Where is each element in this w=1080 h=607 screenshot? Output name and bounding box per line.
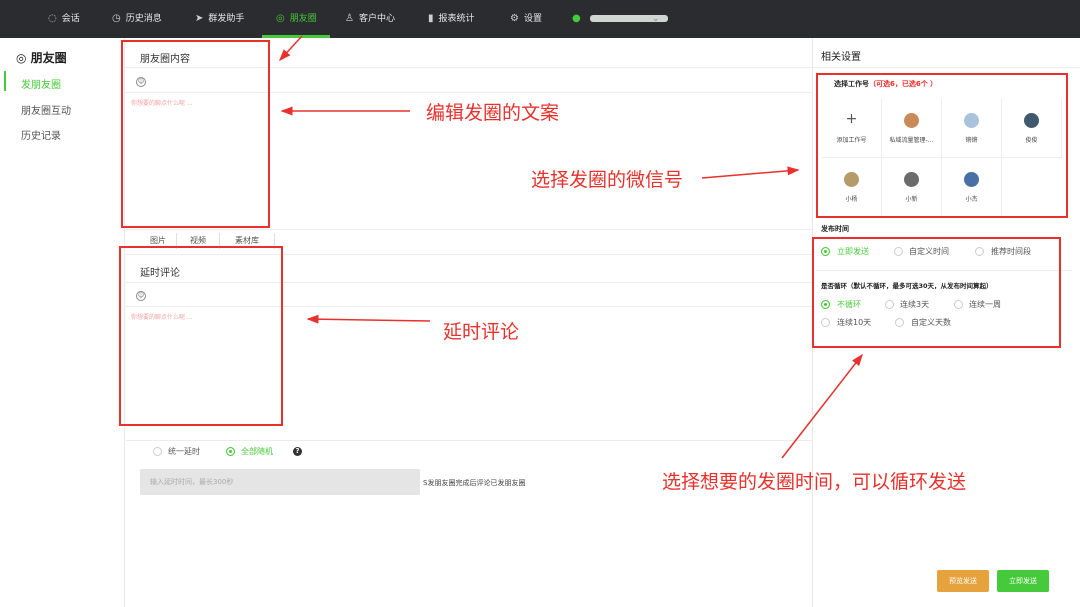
arrow — [278, 35, 303, 62]
arrow — [701, 166, 800, 179]
annotation-edit-text: 编辑发圈的文案 — [426, 102, 560, 124]
annotation-choose-wechat: 选择发圈的微信号 — [531, 169, 684, 191]
arrow — [306, 314, 431, 324]
annotation-choose-time: 选择想要的发圈时间，可以循环发送 — [662, 471, 967, 493]
arrow — [781, 353, 863, 459]
annotation-delay-comment: 延时评论 — [443, 321, 520, 343]
annotation-arrows — [278, 35, 863, 459]
